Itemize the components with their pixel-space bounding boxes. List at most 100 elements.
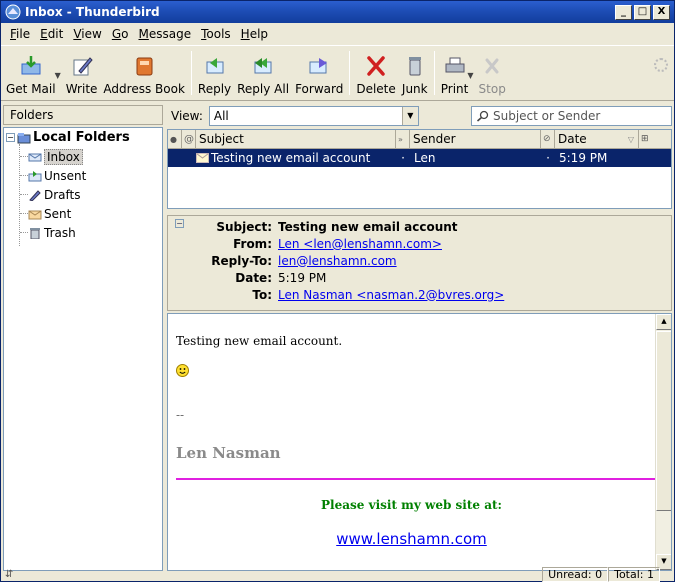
delete-icon xyxy=(363,53,389,79)
print-button[interactable]: Print xyxy=(438,46,472,100)
stop-button[interactable]: Stop xyxy=(476,46,509,100)
junk-icon xyxy=(402,53,428,79)
delete-label: Delete xyxy=(356,82,396,96)
folders-header[interactable]: Folders xyxy=(3,105,163,125)
signature-divider xyxy=(176,478,656,480)
thread-icon: ● xyxy=(170,134,177,144)
scroll-thumb[interactable] xyxy=(656,331,671,511)
junk-column-header[interactable]: ⊘ xyxy=(541,130,555,148)
unread-count: Unread: 0 xyxy=(542,567,609,582)
sender-column-header[interactable]: Sender xyxy=(410,130,541,148)
folder-unsent[interactable]: Unsent xyxy=(4,166,162,185)
header-subject-row: Subject: Testing new email account xyxy=(168,218,671,235)
to-link[interactable]: Len Nasman <nasman.2@bvres.org> xyxy=(278,288,504,302)
view-label: View: xyxy=(171,109,203,123)
write-button[interactable]: Write xyxy=(63,46,101,100)
view-bar: View: All ▼ Subject or Sender xyxy=(167,105,672,127)
inbox-icon xyxy=(28,153,42,161)
title-bar[interactable]: Inbox - Thunderbird _ □ X xyxy=(1,1,674,23)
from-link[interactable]: Len <len@lenshamn.com> xyxy=(278,237,442,251)
folder-local-folders[interactable]: − Local Folders xyxy=(4,128,162,147)
folder-drafts[interactable]: Drafts xyxy=(4,185,162,204)
throbber-icon xyxy=(654,58,668,72)
folder-pane: − Local Folders Inbox Unsent Drafts Sent xyxy=(3,127,163,571)
trash-icon xyxy=(30,227,40,239)
tree-line xyxy=(20,232,28,233)
junk-button[interactable]: Junk xyxy=(399,46,431,100)
get-mail-button[interactable]: Get Mail xyxy=(3,46,59,100)
header-from-row: From: Len <len@lenshamn.com> xyxy=(168,235,671,252)
reply-label: Reply xyxy=(197,82,232,96)
folder-trash[interactable]: Trash xyxy=(4,223,162,242)
message-header-pane: − Subject: Testing new email account Fro… xyxy=(167,215,672,311)
reply-to-link[interactable]: len@lenshamn.com xyxy=(278,254,397,268)
folder-sent[interactable]: Sent xyxy=(4,204,162,223)
write-icon xyxy=(69,53,95,79)
header-to-row: To: Len Nasman <nasman.2@bvres.org> xyxy=(168,286,671,303)
scroll-up-button[interactable]: ▲ xyxy=(656,314,671,330)
menu-message[interactable]: Message xyxy=(133,27,196,41)
column-picker-icon: ⊞ xyxy=(641,134,649,144)
subject-column-header[interactable]: Subject xyxy=(196,130,396,148)
row-read-dot: · xyxy=(401,151,405,165)
row-date: 5:19 PM xyxy=(559,151,608,165)
folder-label: Inbox xyxy=(44,148,83,165)
thread-column-header[interactable]: ● xyxy=(168,130,182,148)
forward-button[interactable]: Forward xyxy=(292,46,346,100)
write-label: Write xyxy=(65,82,98,96)
message-body-pane: Testing new email account. -- Len Nasman… xyxy=(167,313,672,571)
row-date-cell: 5:19 PM xyxy=(555,151,653,165)
header-toggle-icon[interactable]: − xyxy=(175,219,184,228)
get-mail-icon xyxy=(18,53,44,79)
sent-icon xyxy=(28,210,42,219)
row-junk-dot: · xyxy=(546,151,550,165)
maximize-button[interactable]: □ xyxy=(634,4,651,20)
offline-icon[interactable]: ⇵ xyxy=(5,569,21,580)
menu-edit[interactable]: Edit xyxy=(35,27,68,41)
delete-button[interactable]: Delete xyxy=(353,46,398,100)
close-button[interactable]: X xyxy=(653,4,670,20)
smiley-icon xyxy=(176,364,189,377)
attachment-column-header[interactable]: @ xyxy=(182,130,196,148)
website-link[interactable]: www.lenshamn.com xyxy=(336,530,487,548)
date-column-header[interactable]: Date ▽ xyxy=(555,130,639,148)
chevron-down-icon[interactable]: ▼ xyxy=(401,107,418,125)
reply-all-icon xyxy=(250,53,276,79)
column-label: Subject xyxy=(199,132,244,146)
collapse-toggle-icon[interactable]: − xyxy=(6,133,15,142)
date-label: Date: xyxy=(235,270,272,285)
minimize-button[interactable]: _ xyxy=(615,4,632,20)
table-row[interactable]: Testing new email account · Len · 5:19 P… xyxy=(168,149,671,167)
reply-button[interactable]: Reply xyxy=(195,46,234,100)
column-picker[interactable]: ⊞ xyxy=(639,130,653,148)
subject-value: Testing new email account xyxy=(278,219,458,234)
view-select[interactable]: All ▼ xyxy=(208,106,419,126)
window-title: Inbox - Thunderbird xyxy=(25,5,160,19)
print-dropdown-icon[interactable]: ▼ xyxy=(467,71,473,80)
forward-icon xyxy=(306,53,332,79)
search-input[interactable]: Subject or Sender xyxy=(471,106,672,126)
folder-label: Sent xyxy=(44,206,72,221)
body-scrollbar[interactable]: ▲ ▼ xyxy=(655,314,671,570)
menu-go[interactable]: Go xyxy=(107,27,134,41)
folder-inbox[interactable]: Inbox xyxy=(4,147,162,166)
stop-label: Stop xyxy=(478,82,506,96)
subject-label: Subject: xyxy=(216,219,272,234)
search-icon[interactable] xyxy=(476,110,490,122)
menu-file[interactable]: File xyxy=(5,27,35,41)
status-bar: ⇵ Unread: 0 Total: 1 xyxy=(1,567,674,582)
reply-all-button[interactable]: Reply All xyxy=(234,46,292,100)
toolbar-separator xyxy=(190,51,192,95)
to-label: To: xyxy=(252,287,272,302)
get-mail-label: Get Mail xyxy=(6,82,56,96)
address-book-button[interactable]: Address Book xyxy=(100,46,187,100)
address-book-icon xyxy=(131,53,157,79)
from-label: From: xyxy=(233,236,272,251)
get-mail-dropdown-icon[interactable]: ▼ xyxy=(55,71,61,80)
tree-line xyxy=(20,194,28,195)
menu-view[interactable]: View xyxy=(68,27,106,41)
menu-help[interactable]: Help xyxy=(236,27,273,41)
read-column-header[interactable]: » xyxy=(396,130,410,148)
menu-tools[interactable]: Tools xyxy=(196,27,236,41)
toolbar-separator xyxy=(349,51,351,95)
